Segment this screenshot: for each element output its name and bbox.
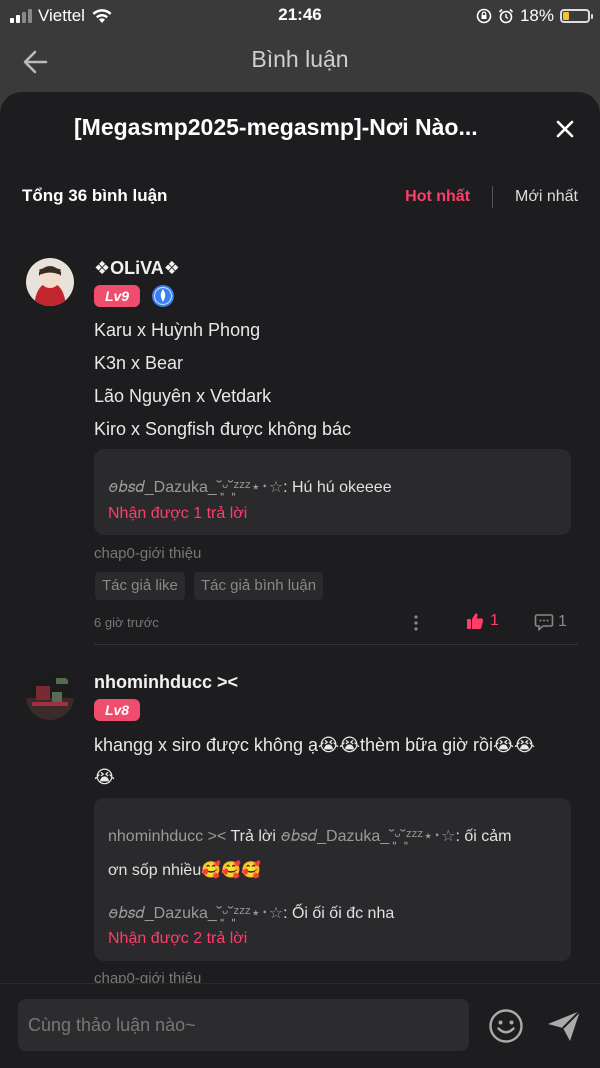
reply-target[interactable]: ꪮ𝑏𝑠𝑑_Dazuka_˘͈ᵕ˘͈ᶻᶻᶻ⋆･☆ xyxy=(280,828,455,845)
send-icon[interactable] xyxy=(546,1008,582,1044)
chapter-label[interactable]: chap0-giới thiệu xyxy=(94,545,201,562)
avatar[interactable] xyxy=(26,258,74,306)
author-comment-tag: Tác giả bình luận xyxy=(194,572,324,600)
sort-newest-tab[interactable]: Mới nhất xyxy=(515,188,578,206)
close-icon[interactable] xyxy=(552,116,578,142)
comment-count: Tổng 36 bình luận xyxy=(22,186,168,205)
reply-text: : Hú hú okeeee xyxy=(283,479,392,496)
reply-preview[interactable]: nhominhducc >< Trả lời ꪮ𝑏𝑠𝑑_Dazuka_˘͈ᵕ˘͈… xyxy=(94,798,571,961)
comment-text-line: K3n x Bear xyxy=(94,353,184,373)
reply-button[interactable]: 1 xyxy=(534,612,567,632)
comment-text-line: khangg x siro được không ạ😭😭thèm bữa giờ… xyxy=(94,735,536,755)
comment-input[interactable] xyxy=(18,999,469,1051)
level-badge: Lv8 xyxy=(94,699,140,721)
alarm-icon xyxy=(498,8,514,24)
battery-percent: 18% xyxy=(519,6,554,25)
reply-line: ꪮ𝑏𝑠𝑑_Dazuka_˘͈ᵕ˘͈ᶻᶻᶻ⋆･☆: Hú hú okeeee xyxy=(108,471,392,505)
reply-line: ơn sốp nhiều🥰🥰🥰 xyxy=(108,862,261,879)
avatar[interactable] xyxy=(26,672,74,720)
sort-divider xyxy=(492,186,494,208)
divider xyxy=(94,644,578,645)
level-badge: Lv9 xyxy=(94,285,140,307)
reply-preview[interactable]: ꪮ𝑏𝑠𝑑_Dazuka_˘͈ᵕ˘͈ᶻᶻᶻ⋆･☆: Hú hú okeeee Nh… xyxy=(94,449,571,535)
reply-text: : Ối ối ối đc nha xyxy=(283,905,395,922)
sort-hot-tab[interactable]: Hot nhất xyxy=(405,188,470,206)
timestamp: 6 giờ trước xyxy=(94,615,159,630)
username[interactable]: nhominhducc >< xyxy=(94,672,238,693)
reply-text: : ối cảm xyxy=(455,828,512,845)
comments-sheet: [Megasmp2025-megasmp]-Nơi Nào... Tổng 36… xyxy=(0,92,600,1067)
reply-verb: Trả lời xyxy=(230,828,281,845)
comment-text-line: Lão Nguyên x Vetdark xyxy=(94,386,272,406)
more-icon[interactable] xyxy=(412,614,420,632)
reply-line: nhominhducc >< Trả lời ꪮ𝑏𝑠𝑑_Dazuka_˘͈ᵕ˘͈… xyxy=(108,820,511,854)
reply-author[interactable]: ꪮ𝑏𝑠𝑑_Dazuka_˘͈ᵕ˘͈ᶻᶻᶻ⋆･☆ xyxy=(108,479,283,496)
comment-icon xyxy=(534,614,554,632)
author-like-tag: Tác giả like xyxy=(95,572,185,600)
comment-composer xyxy=(0,983,600,1068)
rotation-lock-icon xyxy=(476,8,492,24)
reply-author[interactable]: nhominhducc >< xyxy=(108,828,230,845)
view-replies-link[interactable]: Nhận được 1 trả lời xyxy=(108,505,247,523)
battery-icon xyxy=(560,9,593,23)
username[interactable]: ❖OLiVA❖ xyxy=(94,258,180,279)
comment-text-line: Kiro x Songfish được không bác xyxy=(94,419,351,439)
comment-text-line: 😭 xyxy=(94,767,116,788)
top-bar: Bình luận xyxy=(0,32,600,92)
thumbs-up-icon xyxy=(467,613,484,629)
reply-author[interactable]: ꪮ𝑏𝑠𝑑_Dazuka_˘͈ᵕ˘͈ᶻᶻᶻ⋆･☆ xyxy=(108,905,283,922)
vip-badge-icon xyxy=(152,285,174,307)
comment-text-line: Karu x Huỳnh Phong xyxy=(94,320,261,340)
emoji-icon[interactable] xyxy=(488,1008,524,1044)
sort-tabs: Hot nhất Mới nhất xyxy=(405,186,578,208)
status-bar: Viettel 21:46 18% xyxy=(0,0,600,32)
reply-line: ꪮ𝑏𝑠𝑑_Dazuka_˘͈ᵕ˘͈ᶻᶻᶻ⋆･☆: Ối ối ối đc nha xyxy=(108,897,394,931)
view-replies-link[interactable]: Nhận được 2 trả lời xyxy=(108,930,247,948)
like-count: 1 xyxy=(490,612,499,629)
page-title: Bình luận xyxy=(251,46,349,72)
sheet-title: [Megasmp2025-megasmp]-Nơi Nào... xyxy=(74,114,478,140)
like-button[interactable]: 1 xyxy=(466,612,499,630)
reply-count-value: 1 xyxy=(558,613,567,630)
